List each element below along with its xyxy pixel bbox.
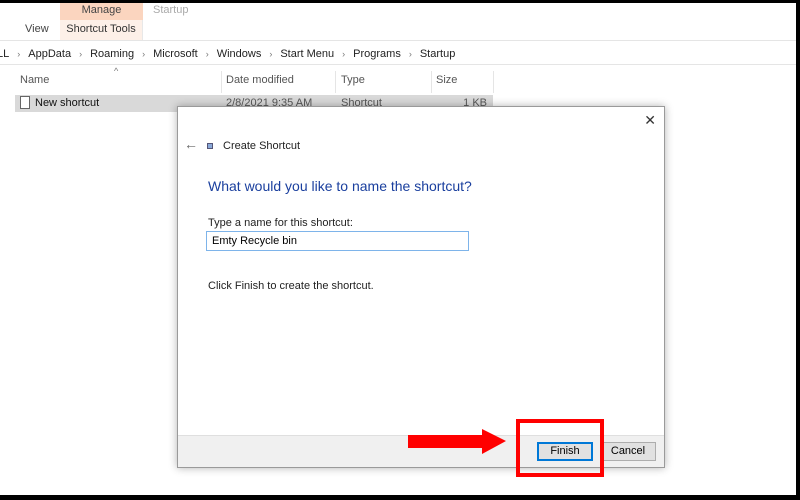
back-arrow-icon[interactable]: ← bbox=[184, 136, 198, 152]
manage-contextual-label: Manage bbox=[60, 3, 143, 20]
breadcrumb-item[interactable]: AppData bbox=[28, 48, 71, 60]
create-shortcut-dialog: ✕ ← Create Shortcut What would you like … bbox=[177, 106, 665, 468]
shortcut-wizard-icon bbox=[207, 143, 213, 149]
file-name: New shortcut bbox=[35, 97, 100, 109]
column-header-size[interactable]: Size bbox=[436, 74, 457, 86]
chevron-right-icon: › bbox=[269, 48, 273, 59]
tab-view[interactable]: View bbox=[25, 23, 49, 35]
breadcrumb-item[interactable]: Startup bbox=[420, 48, 455, 60]
breadcrumb-item[interactable]: Windows bbox=[217, 48, 262, 60]
tab-shortcut-tools[interactable]: Shortcut Tools bbox=[60, 20, 143, 40]
dialog-title: Create Shortcut bbox=[223, 140, 301, 152]
column-header-name[interactable]: Name bbox=[20, 74, 49, 86]
annotation-highlight-box bbox=[516, 419, 604, 477]
chevron-right-icon: › bbox=[142, 48, 146, 59]
chevron-right-icon: › bbox=[205, 48, 209, 59]
annotation-arrow-head-icon bbox=[482, 429, 506, 454]
dialog-heading: What would you like to name the shortcut… bbox=[208, 178, 472, 194]
breadcrumb-item[interactable]: Microsoft bbox=[153, 48, 198, 60]
ribbon-divider bbox=[0, 40, 796, 41]
chevron-right-icon: › bbox=[79, 48, 83, 59]
column-divider[interactable] bbox=[431, 71, 432, 93]
shortcut-name-input[interactable]: Emty Recycle bin bbox=[206, 231, 469, 251]
column-header-date[interactable]: Date modified bbox=[226, 74, 294, 86]
chevron-right-icon: › bbox=[17, 48, 21, 59]
breadcrumb-item[interactable]: Programs bbox=[353, 48, 401, 60]
breadcrumb-item[interactable]: LL bbox=[0, 48, 9, 60]
file-explorer-window: Manage Shortcut Tools View Startup LL › A… bbox=[0, 3, 796, 495]
breadcrumb-item[interactable]: Roaming bbox=[90, 48, 134, 60]
name-field-label: Type a name for this shortcut: bbox=[208, 217, 353, 229]
annotation-arrow-shaft bbox=[408, 435, 484, 448]
address-bar[interactable]: LL › AppData › Roaming › Microsoft › Windows… bbox=[0, 43, 796, 65]
cancel-button[interactable]: Cancel bbox=[600, 442, 656, 461]
close-icon[interactable]: ✕ bbox=[644, 112, 656, 129]
column-divider[interactable] bbox=[335, 71, 336, 93]
chevron-right-icon: › bbox=[342, 48, 346, 59]
breadcrumb-item[interactable]: Start Menu bbox=[280, 48, 334, 60]
chevron-right-icon: › bbox=[408, 48, 412, 59]
column-divider[interactable] bbox=[221, 71, 222, 93]
sort-ascending-icon: ^ bbox=[114, 66, 119, 76]
column-header-type[interactable]: Type bbox=[341, 74, 365, 86]
column-divider[interactable] bbox=[493, 71, 494, 93]
instruction-text: Click Finish to create the shortcut. bbox=[208, 280, 374, 292]
window-title: Startup bbox=[153, 4, 189, 16]
shortcut-file-icon bbox=[20, 96, 30, 109]
